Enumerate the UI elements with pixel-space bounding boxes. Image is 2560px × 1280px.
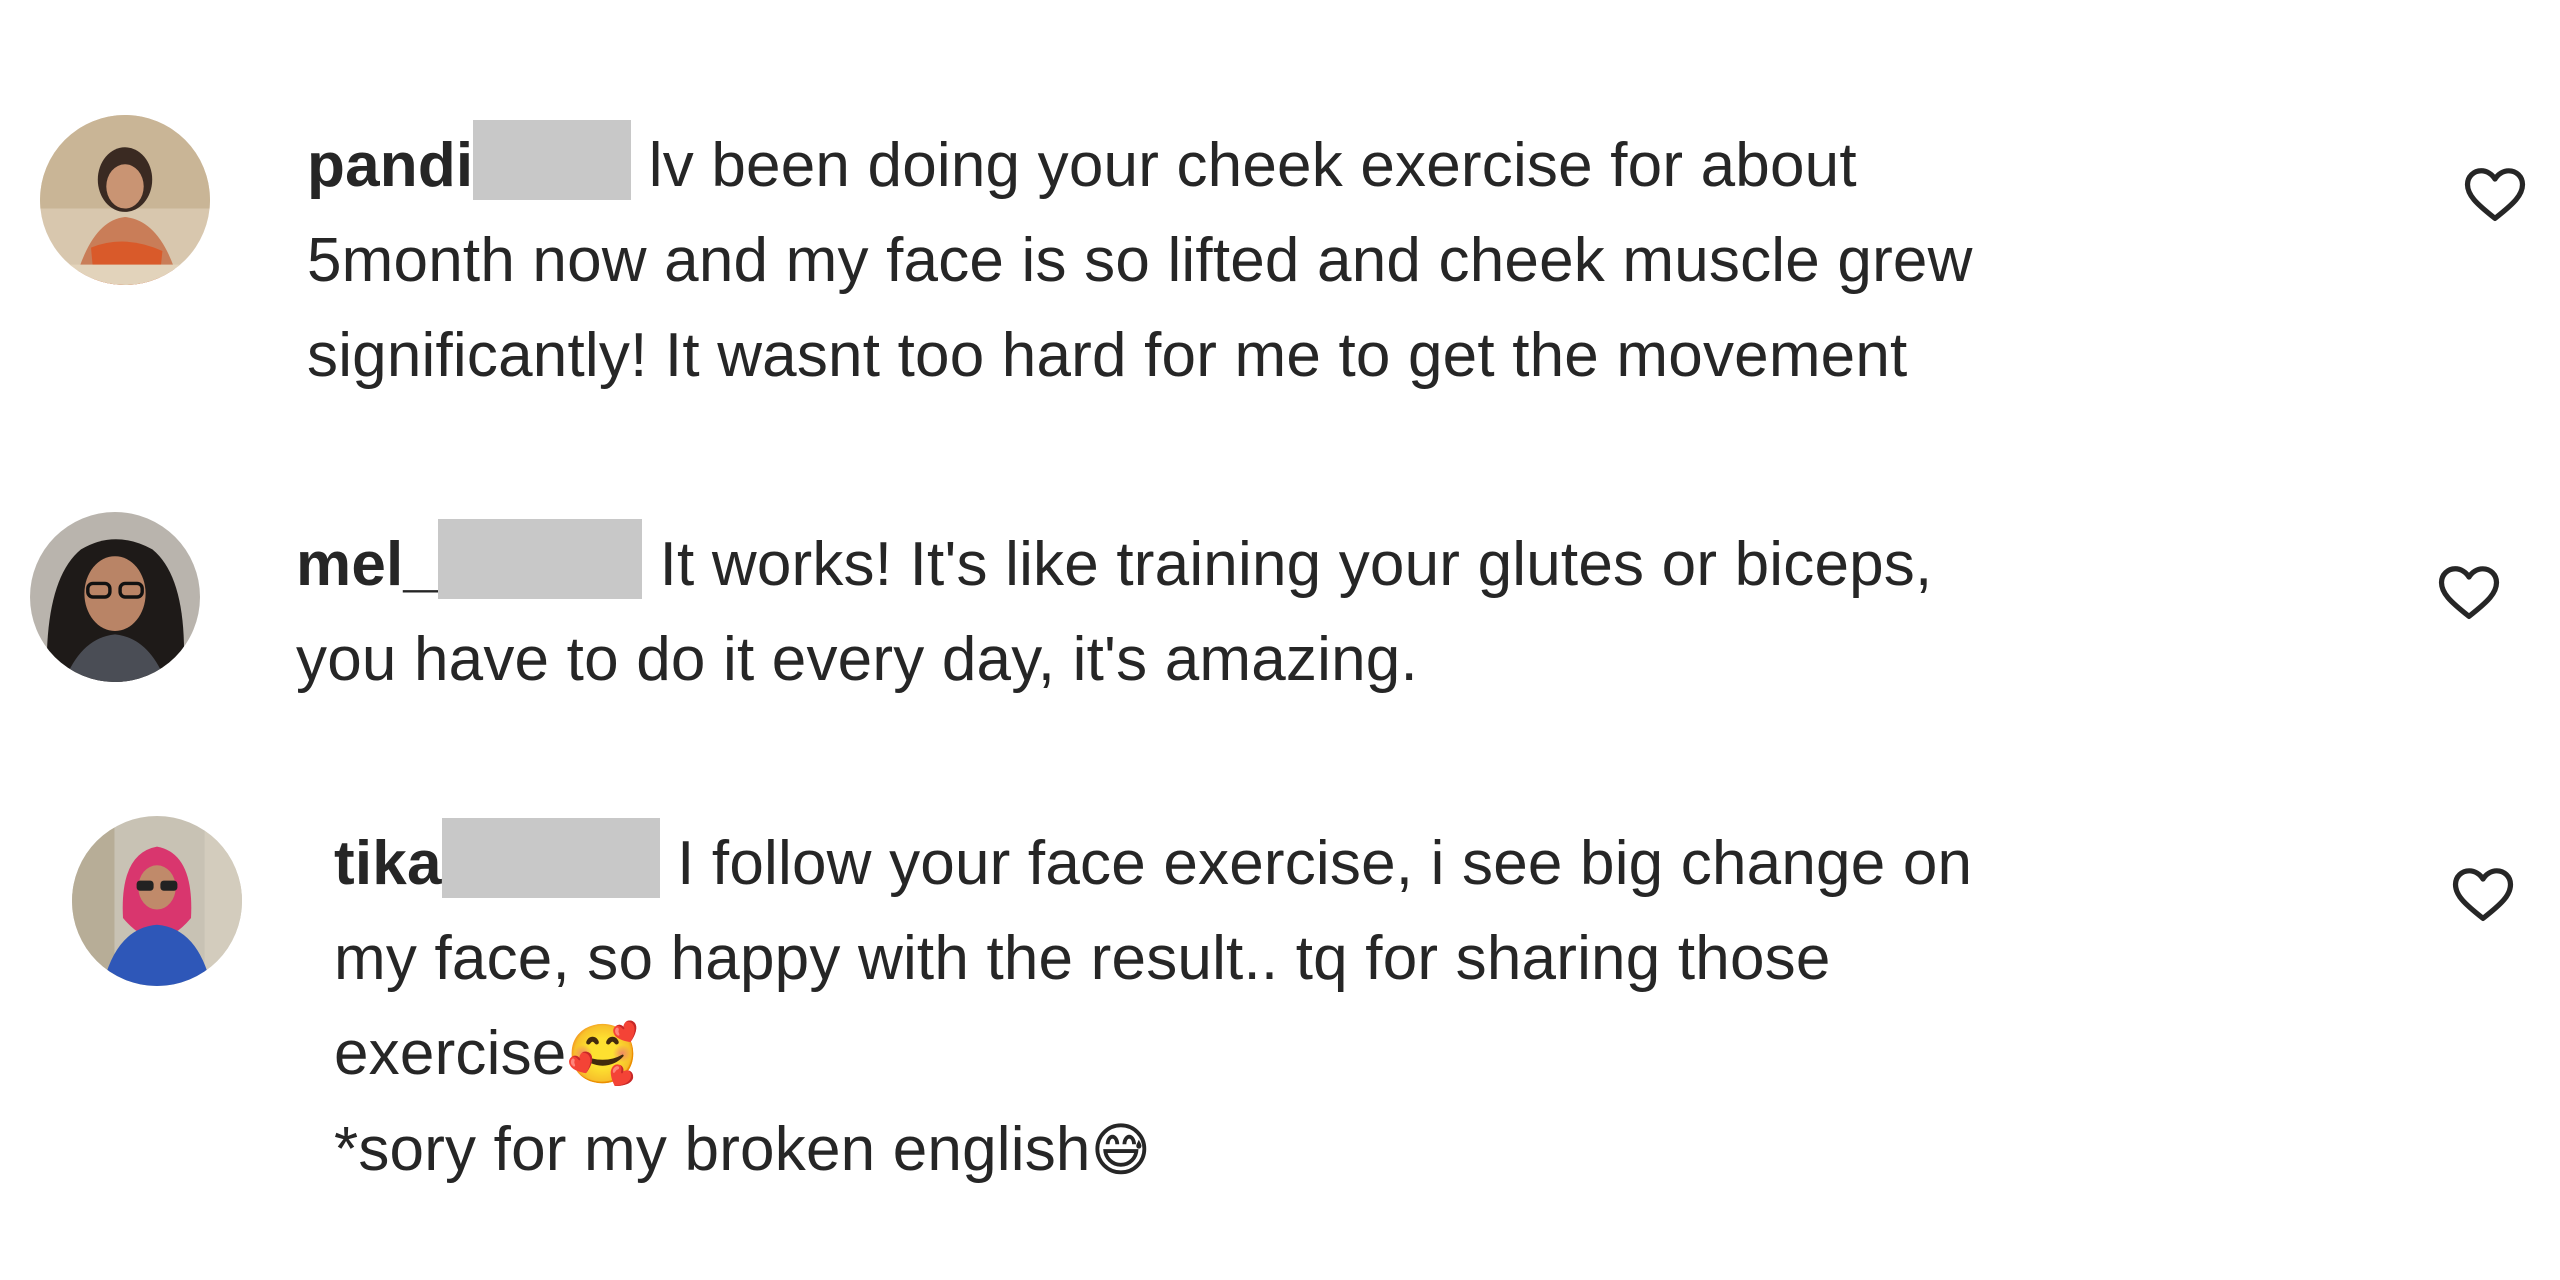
comment-username[interactable]: pandi xyxy=(307,131,473,200)
redaction-block xyxy=(441,818,660,898)
redaction-block xyxy=(473,120,632,200)
comment-line: exercise🥰 xyxy=(334,1006,2414,1102)
comment-body: tika I follow your face exercise, i see … xyxy=(334,816,2414,1198)
comment-text-line: my face, so happy with the result.. tq f… xyxy=(334,924,1831,993)
user-avatar[interactable] xyxy=(40,115,210,285)
like-heart-icon[interactable] xyxy=(2450,862,2516,928)
comment-text-line: I follow your face exercise, i see big c… xyxy=(677,829,1973,898)
smiling-hearts-emoji-icon: 🥰 xyxy=(566,1020,639,1088)
sweat-smile-emoji-icon: 😅 xyxy=(1090,1116,1152,1184)
comment-line: pandi lv been doing your cheek exercise … xyxy=(307,118,2387,213)
user-avatar[interactable] xyxy=(72,816,242,986)
avatar-photo-icon xyxy=(72,816,242,986)
like-heart-icon[interactable] xyxy=(2462,162,2528,228)
comment-body: pandi lv been doing your cheek exercise … xyxy=(307,118,2387,403)
comment-text-line: 5month now and my face is so lifted and … xyxy=(307,226,1973,295)
comment-username[interactable]: mel_ xyxy=(296,530,438,599)
comment-line: mel_ It works! It's like training your g… xyxy=(296,517,2376,612)
comment-text-line: It works! It's like training your glutes… xyxy=(659,530,1933,599)
like-heart-icon[interactable] xyxy=(2436,560,2502,626)
comment-text-line: *sory for my broken english xyxy=(334,1115,1091,1184)
comment-line: *sory for my broken english😅 xyxy=(334,1102,2414,1198)
redaction-block xyxy=(438,519,643,599)
comment-text-line: lv been doing your cheek exercise for ab… xyxy=(648,131,1857,200)
user-avatar[interactable] xyxy=(30,512,200,682)
comment-line: tika I follow your face exercise, i see … xyxy=(334,816,2414,911)
avatar-photo-icon xyxy=(40,115,210,285)
avatar-photo-icon xyxy=(30,512,200,682)
comment-text-line: you have to do it every day, it's amazin… xyxy=(296,625,1418,694)
comment-text-line: exercise xyxy=(334,1019,567,1088)
comment-username[interactable]: tika xyxy=(334,829,442,898)
comment-text-line: significantly! It wasnt too hard for me … xyxy=(307,321,1908,390)
comment-body: mel_ It works! It's like training your g… xyxy=(296,517,2376,707)
